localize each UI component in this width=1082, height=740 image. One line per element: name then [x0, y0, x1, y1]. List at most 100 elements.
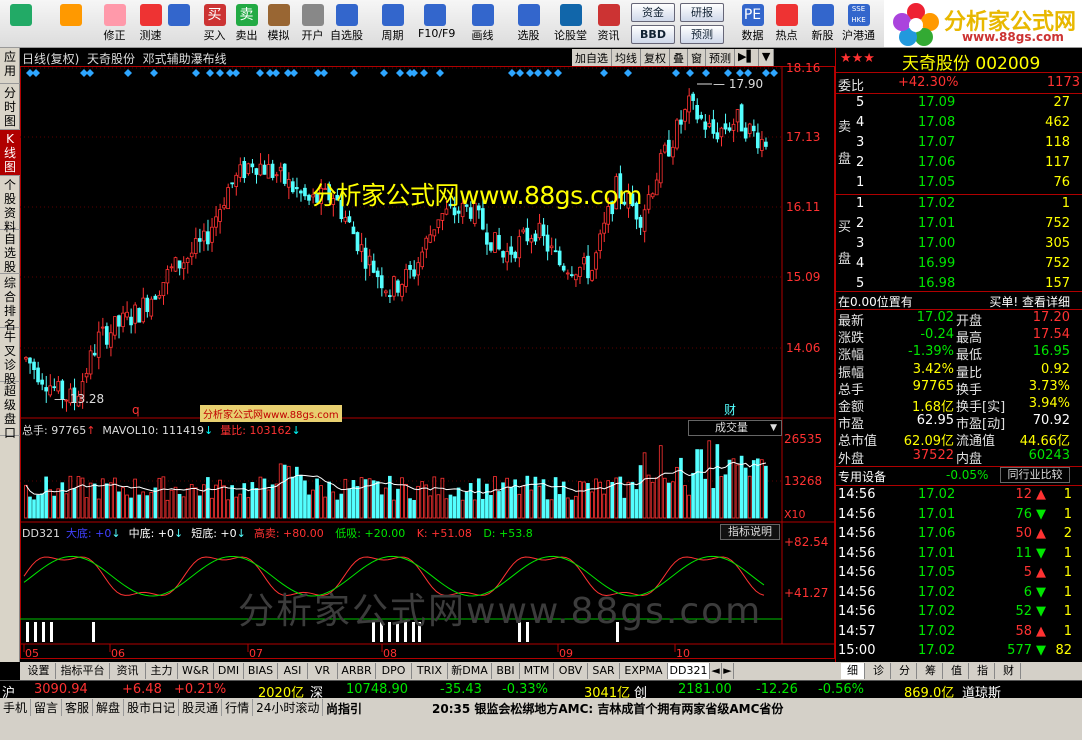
ind-axis-top: +82.54: [784, 535, 828, 549]
quote-panel: ★★★ 天奇股份 002009 委比 +42.30% 1173 卖盘 5 17.09 27 4…: [835, 48, 1082, 662]
cy-index[interactable]: 2181.00: [678, 682, 732, 697]
candle-body: [715, 132, 720, 140]
leftnav-item-3[interactable]: 个股资料: [0, 176, 20, 234]
right-tab-3[interactable]: 筹: [919, 663, 943, 679]
leftnav-item-6[interactable]: 牛叉诊股: [0, 328, 20, 386]
tick-price: 17.02: [918, 604, 956, 619]
status-button-3[interactable]: 解盘: [93, 699, 125, 716]
back-arrow-button[interactable]: [54, 2, 87, 46]
lock-button[interactable]: 开户: [296, 2, 329, 46]
status-button-4[interactable]: 股市日记: [124, 699, 180, 716]
sh-index[interactable]: 3090.94: [34, 682, 88, 697]
tick-time: 14:56: [838, 526, 876, 541]
tab-7[interactable]: ASI: [278, 663, 308, 679]
star-folder-button[interactable]: 自选股: [330, 2, 363, 46]
tab-10[interactable]: DPO: [376, 663, 412, 679]
month-label: 06: [111, 647, 125, 660]
up-down-button[interactable]: 修正: [98, 2, 131, 46]
tab-2[interactable]: 资讯: [110, 663, 146, 679]
tab-17[interactable]: EXPMA: [620, 663, 668, 679]
right-tab-6[interactable]: 财: [997, 663, 1021, 679]
volume-bar: [432, 476, 437, 519]
f10-button[interactable]: F10/F9: [418, 2, 455, 46]
tab-5[interactable]: DMI: [214, 663, 244, 679]
leftnav-item-2[interactable]: K线图: [0, 130, 20, 176]
tab-9[interactable]: ARBR: [338, 663, 376, 679]
compare-industry-button[interactable]: 同行业比较: [1000, 467, 1070, 483]
status-button-6[interactable]: 行情: [222, 699, 254, 716]
tab-1[interactable]: 指标平台: [56, 663, 110, 679]
candle-body: [133, 304, 137, 324]
chart-button-5[interactable]: 预测: [706, 49, 735, 66]
tab-16[interactable]: SAR: [588, 663, 620, 679]
tab-15[interactable]: OBV: [554, 663, 588, 679]
chart-button-2[interactable]: 复权: [641, 49, 670, 66]
tab-20[interactable]: ►: [722, 663, 734, 679]
sell-button[interactable]: 卖卖出: [230, 2, 263, 46]
signal-diamond: [672, 69, 680, 77]
right-tab-2[interactable]: 分: [893, 663, 917, 679]
chart-button-6[interactable]: ▶▌: [735, 49, 759, 66]
forecast-button[interactable]: 预测: [680, 25, 724, 44]
tab-18[interactable]: DD321: [668, 663, 710, 679]
status-button-7[interactable]: 24小时滚动: [253, 699, 324, 716]
chart-canvas[interactable]: 18.16 17.13 16.11 15.09 14.06 — 17.90 — 13.28 q…: [20, 48, 835, 662]
pe-button[interactable]: PE 数据: [736, 2, 769, 46]
detail-link[interactable]: 买单! 查看详细: [989, 293, 1070, 310]
hammer-button[interactable]: 模拟: [262, 2, 295, 46]
tab-19[interactable]: ◄: [710, 663, 722, 679]
research-button[interactable]: 研报: [680, 3, 724, 22]
select-stock-button[interactable]: 选股: [512, 2, 545, 46]
news-ticker[interactable]: 20:35 银监会松绑地方AMC: 吉林成首个拥有两家省级AMC省份: [432, 700, 783, 717]
status-button-1[interactable]: 留言: [31, 699, 63, 716]
right-tab-4[interactable]: 值: [945, 663, 969, 679]
right-tab-1[interactable]: 诊: [867, 663, 891, 679]
chart-button-4[interactable]: 窗: [688, 49, 706, 66]
tab-3[interactable]: 主力: [146, 663, 178, 679]
status-button-2[interactable]: 客服: [62, 699, 94, 716]
tab-14[interactable]: MTM: [520, 663, 554, 679]
new-stock-button[interactable]: 新股: [806, 2, 839, 46]
news-button[interactable]: 资讯: [592, 2, 625, 46]
tab-8[interactable]: VR: [308, 663, 338, 679]
right-tab-5[interactable]: 指: [971, 663, 995, 679]
volume-bar: [254, 488, 259, 519]
chart-button-1[interactable]: 均线: [612, 49, 641, 66]
leftnav-item-4[interactable]: 自选股: [0, 230, 20, 274]
kline-chart-area[interactable]: 18.16 17.13 16.11 15.09 14.06 — 17.90 — 13.28 q…: [20, 48, 835, 662]
sz-index[interactable]: 10748.90: [346, 682, 408, 697]
chart-button-0[interactable]: 加自选: [572, 49, 612, 66]
candle-body: [193, 238, 198, 254]
leftnav-item-5[interactable]: 综合排名: [0, 274, 20, 332]
tab-0[interactable]: 设置: [22, 663, 56, 679]
candle-body: [687, 95, 691, 113]
indicator-help-button[interactable]: 指标说明: [720, 524, 780, 540]
tab-11[interactable]: TRIX: [412, 663, 448, 679]
bbd-button[interactable]: BBD: [631, 25, 675, 44]
candle-body: [282, 163, 287, 184]
hk-connect-button[interactable]: SSE HKE 沪港通: [842, 2, 875, 46]
leftnav-item-7[interactable]: 超级盘口: [0, 382, 20, 440]
buy-button[interactable]: 买买入: [198, 2, 231, 46]
leftnav-item-1[interactable]: 分时图: [0, 84, 20, 130]
status-button-0[interactable]: 手机: [0, 699, 32, 716]
funds-button[interactable]: 资金: [631, 3, 675, 22]
tab-4[interactable]: W&R: [178, 663, 214, 679]
sell-price: 17.09: [918, 95, 956, 110]
pen-button[interactable]: 画线: [466, 2, 499, 46]
leftnav-item-0[interactable]: 应用: [0, 48, 20, 84]
tab-6[interactable]: BIAS: [244, 663, 278, 679]
hot-button[interactable]: 热点: [770, 2, 803, 46]
cycle-button[interactable]: 周期: [376, 2, 409, 46]
clock-button[interactable]: [162, 2, 195, 46]
buy-volume: 305: [1045, 236, 1070, 251]
chart-button-3[interactable]: 叠: [670, 49, 688, 66]
volume-selector[interactable]: 成交量 ▼: [688, 420, 782, 436]
right-tab-0[interactable]: 细: [841, 663, 865, 679]
windows-grid-button[interactable]: [4, 2, 37, 46]
chart-button-7[interactable]: ▼: [759, 49, 775, 66]
tab-12[interactable]: 新DMA: [448, 663, 492, 679]
status-button-5[interactable]: 股灵通: [179, 699, 223, 716]
tab-13[interactable]: BBI: [492, 663, 520, 679]
forum-button[interactable]: 论股堂: [554, 2, 587, 46]
